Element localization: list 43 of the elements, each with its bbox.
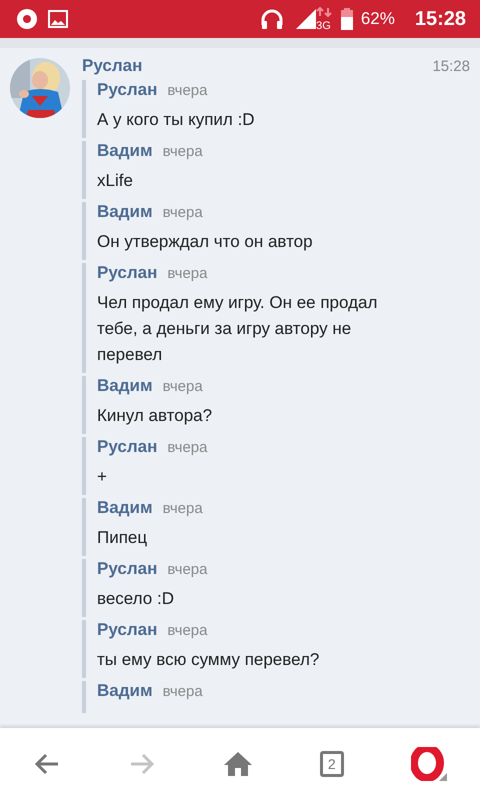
battery-icon [340,8,353,30]
message-time: вчера [162,683,203,700]
author-name[interactable]: Руслан [97,437,158,457]
message-time: вчера [167,82,208,99]
message-time: вчера [162,204,203,221]
author-name[interactable]: Руслан [97,620,158,640]
message-text: Чел продал ему игру. Он ее продал тебе, а деньги за игру автору не перевел [97,292,378,366]
author-name[interactable]: Вадим [97,681,153,701]
author-name[interactable]: Руслан [82,56,142,76]
image-icon [48,10,68,28]
author-name[interactable]: Руслан [97,263,158,283]
message-text: А у кого ты купил :D [97,109,256,131]
message-text: Он утверждал что он автор [97,231,314,253]
message-time: вчера [167,265,208,282]
clock: 15:28 [414,8,466,30]
headphones-icon [260,8,284,30]
network-type: 3G [316,20,331,32]
author-name[interactable]: Руслан [97,80,158,100]
message-text: xLife [97,170,134,192]
message-time: вчера [162,143,203,160]
signal-icon [294,7,332,31]
message-time: вчера [167,561,208,578]
opera-logo [410,747,447,781]
message-time: вчера [167,622,208,639]
message-text: Пипец [97,527,148,549]
message-time: вчера [162,378,203,395]
author-name[interactable]: Вадим [97,202,153,222]
message-time: вчера [162,500,203,517]
message-time: вчера [167,439,208,456]
home-icon [222,751,253,777]
author-name[interactable]: Вадим [97,498,153,518]
message-text: ты ему всю сумму перевел? [97,649,320,671]
author-name[interactable]: Руслан [97,559,158,579]
message-text: весело :D [97,588,175,610]
record-icon [16,8,38,30]
message-text: Кинул автора? [97,405,214,427]
battery-level: 62% [360,9,395,29]
author-name[interactable]: Вадим [97,376,153,396]
message-text: + [97,466,108,488]
author-name[interactable]: Вадим [97,141,153,161]
forward-arrow-icon [128,752,156,776]
post-time: 15:28 [432,58,470,75]
tabs-button[interactable]: 2 [314,745,350,783]
